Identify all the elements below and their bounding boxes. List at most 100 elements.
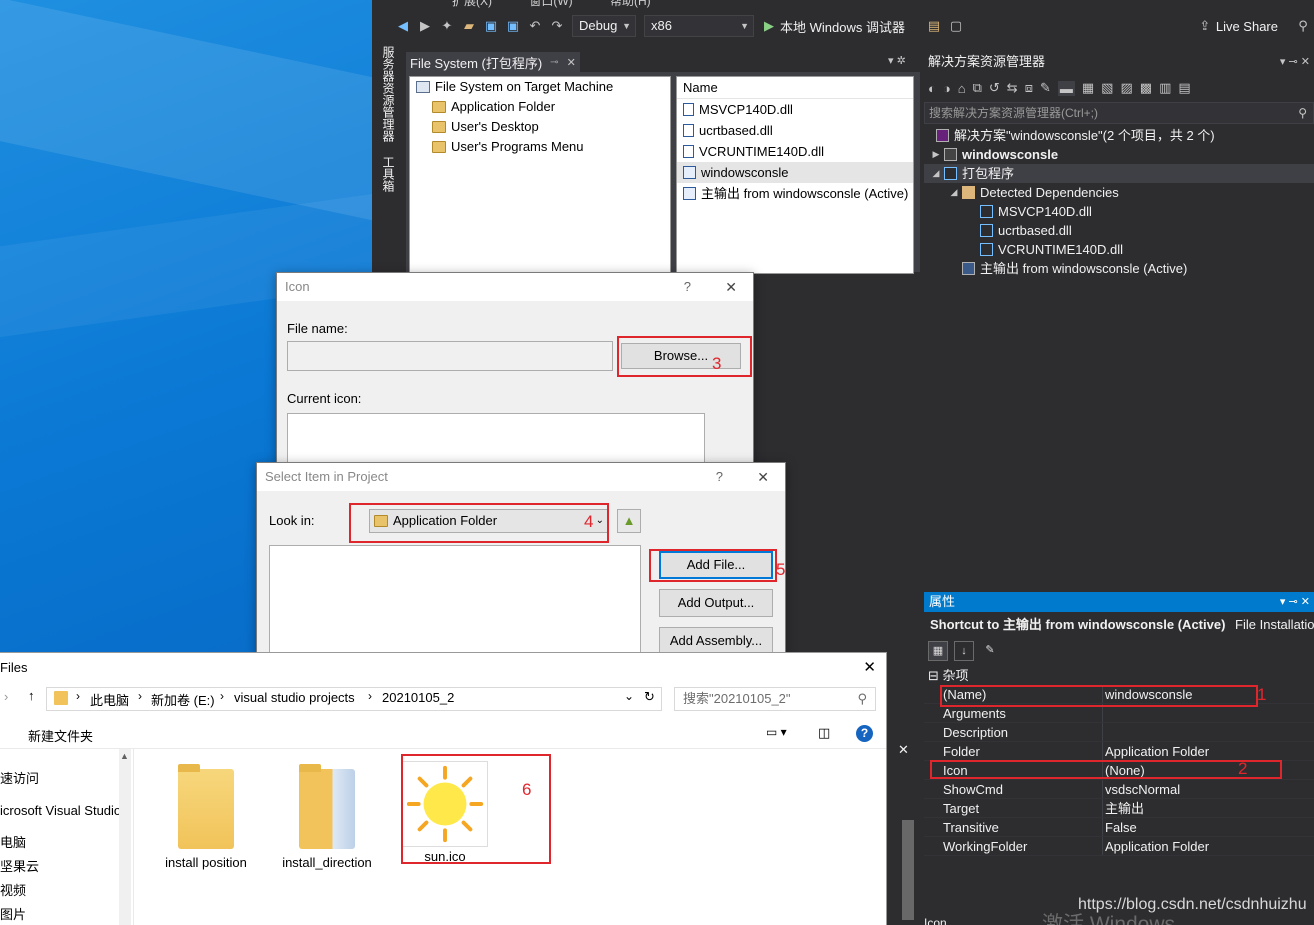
project-item-list[interactable]: [269, 545, 641, 663]
file-item-folder[interactable]: install_direction: [267, 764, 387, 870]
save-icon[interactable]: ▣: [483, 18, 499, 34]
list-item[interactable]: ucrtbased.dll: [677, 120, 913, 141]
tab-file-system[interactable]: File System (打包程序) ⊸ ✕: [406, 52, 580, 72]
property-value[interactable]: False: [1102, 818, 1314, 836]
property-value[interactable]: vsdscNormal: [1102, 780, 1314, 798]
registry-icon[interactable]: ▧: [1101, 80, 1113, 96]
property-value[interactable]: Application Folder: [1102, 837, 1314, 855]
property-row[interactable]: Target 主输出: [924, 799, 1314, 818]
setup-editor-icon[interactable]: ▦: [1082, 80, 1094, 96]
forward-icon[interactable]: ›: [4, 689, 8, 704]
window-menu-icon[interactable]: ▾ ✲: [888, 54, 906, 67]
list-item-selected[interactable]: windowsconsle: [677, 162, 913, 183]
nav-item-quick-access[interactable]: 速访问: [0, 767, 133, 791]
file-types-icon[interactable]: ▨: [1120, 80, 1132, 96]
property-row[interactable]: Description: [924, 723, 1314, 742]
menu-window[interactable]: 窗口(W): [529, 0, 572, 8]
properties-icon[interactable]: ✎: [1040, 80, 1051, 96]
tree-node-root[interactable]: File System on Target Machine: [410, 77, 670, 97]
save-all-icon[interactable]: ▣: [505, 18, 521, 34]
close-icon[interactable]: ✕: [898, 742, 909, 758]
preview-icon[interactable]: ▬: [1057, 80, 1075, 96]
pin-close-icons[interactable]: ▾ ⊸ ✕: [1280, 592, 1310, 612]
add-output-button[interactable]: Add Output...: [659, 589, 773, 617]
pin-close-icons[interactable]: ▾ ⊸ ✕: [1280, 52, 1310, 72]
breadcrumb-item[interactable]: 20210105_2: [382, 690, 454, 705]
forward-icon[interactable]: ▶: [417, 18, 433, 34]
search-icon[interactable]: ⚲: [1298, 103, 1307, 123]
collapse-icon[interactable]: ⧈: [1025, 80, 1033, 96]
history-icon[interactable]: ↺: [989, 80, 1000, 96]
nav-item-pictures[interactable]: 图片: [0, 903, 133, 925]
chevron-down-icon[interactable]: ⌄: [624, 689, 634, 703]
back-icon[interactable]: ◐: [928, 81, 936, 96]
expand-icon[interactable]: ▶: [930, 145, 942, 164]
config-dropdown[interactable]: Debug ▼: [572, 15, 636, 37]
preview-pane-icon[interactable]: ◫: [818, 725, 830, 741]
view-icon[interactable]: ▭ ▾: [766, 725, 787, 739]
property-value[interactable]: Application Folder: [1102, 742, 1314, 760]
find-icon[interactable]: ▤: [926, 18, 942, 34]
property-row[interactable]: Arguments: [924, 704, 1314, 723]
property-row[interactable]: ShowCmd vsdscNormal: [924, 780, 1314, 799]
category-header[interactable]: ⊟ 杂项: [924, 666, 1314, 685]
scrollbar-thumb[interactable]: [902, 820, 914, 920]
up-arrow-icon[interactable]: ↑: [28, 688, 35, 703]
close-icon[interactable]: ✕: [863, 653, 876, 683]
undo-icon[interactable]: ↶: [527, 18, 543, 34]
nav-scrollbar[interactable]: ▲: [119, 749, 131, 925]
menu-help[interactable]: 帮助(H): [610, 0, 651, 8]
tree-node-users-programs-menu[interactable]: User's Programs Menu: [410, 137, 670, 157]
breadcrumb-item[interactable]: 新加卷 (E:): [151, 690, 215, 709]
property-value[interactable]: [1102, 704, 1314, 722]
property-row[interactable]: Folder Application Folder: [924, 742, 1314, 761]
list-item[interactable]: MSVCP140D.dll: [677, 99, 913, 120]
property-row[interactable]: (Name) windowsconsle: [924, 685, 1314, 704]
account-icon[interactable]: ⚲: [1295, 18, 1311, 34]
new-item-icon[interactable]: ✦: [439, 18, 455, 34]
property-value[interactable]: (None): [1102, 761, 1314, 779]
switch-views-icon[interactable]: ⧉: [973, 80, 982, 96]
help-icon[interactable]: ?: [684, 273, 691, 301]
close-icon[interactable]: ✕: [757, 463, 769, 491]
nav-item-jianguoyun[interactable]: 坚果云: [0, 855, 133, 879]
property-object-selector[interactable]: Shortcut to 主输出 from windowsconsle (Acti…: [924, 614, 1314, 636]
user-interface-icon[interactable]: ▩: [1140, 80, 1152, 96]
help-icon[interactable]: ?: [856, 725, 873, 742]
help-icon[interactable]: ?: [716, 463, 723, 491]
tree-node-project[interactable]: ▶ windowsconsle: [924, 145, 1314, 164]
property-value[interactable]: [1102, 723, 1314, 741]
open-icon[interactable]: ▰: [461, 18, 477, 34]
collapse-icon[interactable]: ◢: [930, 164, 942, 183]
start-debug-icon[interactable]: ▶: [761, 18, 777, 34]
breadcrumb-item[interactable]: visual studio projects: [234, 690, 355, 705]
refresh-icon[interactable]: ↻: [644, 689, 655, 705]
scroll-up-icon[interactable]: ▲: [120, 751, 129, 761]
tree-node-file[interactable]: MSVCP140D.dll: [924, 202, 1314, 221]
tab-server-explorer[interactable]: 服务器资源管理器: [380, 46, 397, 142]
add-assembly-button[interactable]: Add Assembly...: [659, 627, 773, 655]
categorized-icon[interactable]: ▦: [928, 641, 948, 661]
property-value[interactable]: windowsconsle: [1102, 685, 1314, 703]
tree-node-application-folder[interactable]: Application Folder: [410, 97, 670, 117]
close-icon[interactable]: ✕: [725, 273, 737, 301]
breadcrumb-item[interactable]: 此电脑: [90, 690, 129, 709]
alphabetical-icon[interactable]: ↓: [954, 641, 974, 661]
collapse-icon[interactable]: ◢: [948, 183, 960, 202]
live-share-icon[interactable]: ⇪: [1197, 18, 1213, 34]
menu-extensions[interactable]: 扩展(X): [452, 0, 492, 8]
live-share-button[interactable]: Live Share: [1216, 19, 1278, 34]
tree-node-solution[interactable]: 解决方案"windowsconsle"(2 个项目，共 2 个): [924, 126, 1314, 145]
tree-node-dependencies[interactable]: ◢ Detected Dependencies: [924, 183, 1314, 202]
tree-node-users-desktop[interactable]: User's Desktop: [410, 117, 670, 137]
property-row-icon[interactable]: Icon (None): [924, 761, 1314, 780]
file-item-folder[interactable]: install position: [146, 764, 266, 870]
look-in-dropdown[interactable]: Application Folder ⌄: [369, 509, 609, 533]
sync-icon[interactable]: ⇆: [1007, 80, 1018, 96]
search-icon[interactable]: ⚲: [857, 688, 867, 710]
close-icon[interactable]: ✕: [567, 56, 576, 69]
column-header-name[interactable]: Name: [677, 77, 913, 99]
screenshot-icon[interactable]: ▢: [948, 18, 964, 34]
file-name-input[interactable]: [287, 341, 613, 371]
nav-item-videos[interactable]: 视频: [0, 879, 133, 903]
